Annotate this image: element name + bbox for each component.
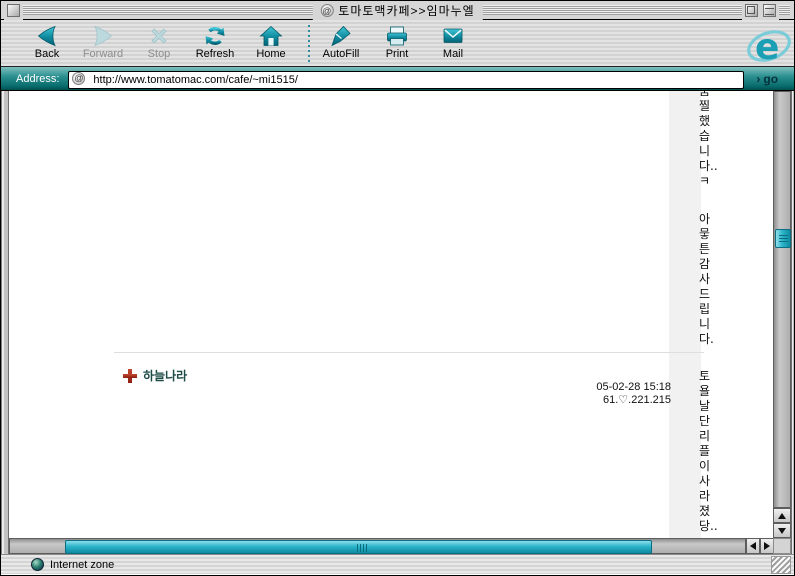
title-bar[interactable]: @ 토마토맥카페>>임마누엘 (1, 1, 794, 20)
toolbar-separator (308, 25, 310, 63)
right-arrow-icon (764, 542, 770, 550)
post-divider (114, 352, 704, 353)
thumb-grip-icon (357, 544, 367, 552)
post-ip: 61.♡.221.215 (596, 394, 671, 407)
print-icon (384, 23, 410, 49)
comment-text-1: 움 찔 했 습 니 다.. ㅋ (699, 91, 717, 189)
horizontal-scroll-thumb[interactable] (65, 540, 652, 554)
stop-icon (146, 23, 172, 49)
svg-text:e: e (755, 27, 779, 66)
back-label: Back (35, 48, 59, 60)
go-arrow-icon: › (756, 72, 760, 86)
comment-column-background (669, 91, 701, 538)
back-button[interactable]: Back (19, 23, 75, 60)
scroll-up-button[interactable] (773, 508, 791, 523)
vertical-scroll-thumb[interactable] (775, 229, 791, 248)
window-frame-left (1, 91, 9, 554)
horizontal-scroll-track[interactable] (9, 538, 746, 554)
mail-icon (440, 23, 466, 49)
print-label: Print (386, 48, 409, 60)
home-label: Home (256, 48, 285, 60)
status-bar: Internet zone (1, 554, 794, 574)
scroll-down-button[interactable] (773, 523, 791, 538)
window-title: 토마토맥카페>>임마누엘 (338, 2, 474, 19)
scroll-left-button[interactable] (746, 538, 760, 554)
zoom-window-button[interactable] (745, 4, 758, 17)
comment-text-3: 토 욜 날 단 리 플 이 사 라 졌 당.. (699, 369, 717, 534)
refresh-label: Refresh (196, 48, 235, 60)
internet-explorer-logo-icon: e (746, 22, 792, 66)
autofill-label: AutoFill (323, 48, 360, 60)
stop-label: Stop (148, 48, 171, 60)
home-icon (258, 23, 284, 49)
left-arrow-icon (750, 542, 756, 550)
site-at-icon: @ (320, 4, 333, 17)
home-button[interactable]: Home (243, 23, 299, 60)
forward-icon (90, 23, 116, 49)
stop-button[interactable]: Stop (131, 23, 187, 60)
zone-text: Internet zone (50, 559, 114, 571)
red-cross-icon (123, 369, 137, 383)
author-name[interactable]: 하늘나라 (143, 367, 187, 384)
address-label: Address: (16, 73, 59, 85)
back-icon (34, 23, 60, 49)
post-meta: 05-02-28 15:18 61.♡.221.215 (596, 381, 671, 407)
page-content: 움 찔 했 습 니 다.. ㅋ 아 뭏 튼 감 사 드 립 니 다. 하늘나라 … (9, 91, 773, 538)
autofill-button[interactable]: AutoFill (313, 23, 369, 60)
collapse-window-button[interactable] (763, 4, 776, 17)
thumb-grip-icon (779, 235, 788, 243)
window-frame-right (791, 91, 795, 554)
address-input[interactable] (68, 71, 744, 89)
url-at-icon: @ (72, 72, 85, 85)
vertical-scroll-track[interactable] (773, 91, 791, 508)
mail-button[interactable]: Mail (425, 23, 481, 60)
down-arrow-icon (778, 528, 786, 534)
address-field-wrap: @ (68, 70, 744, 88)
post-date: 05-02-28 15:18 (596, 381, 671, 394)
horizontal-scrollbar[interactable] (9, 538, 773, 554)
window-title-area: @ 토마토맥카페>>임마누엘 (312, 1, 482, 20)
forward-button[interactable]: Forward (75, 23, 131, 60)
up-arrow-icon (778, 513, 786, 519)
vertical-scrollbar[interactable] (773, 91, 791, 538)
mail-label: Mail (443, 48, 463, 60)
comment-text-2: 아 뭏 튼 감 사 드 립 니 다. (699, 212, 717, 347)
toolbar: Back Forward Stop (1, 20, 794, 67)
autofill-icon (328, 23, 354, 49)
close-button[interactable] (7, 4, 20, 17)
refresh-icon (202, 23, 228, 49)
print-button[interactable]: Print (369, 23, 425, 60)
go-button[interactable]: › go (756, 72, 778, 86)
author-row: 하늘나라 (123, 367, 187, 384)
address-bar: Address: @ › go (1, 67, 794, 91)
refresh-button[interactable]: Refresh (187, 23, 243, 60)
browser-window: @ 토마토맥카페>>임마누엘 Back Forward Stop (0, 0, 795, 576)
scroll-right-button[interactable] (760, 538, 774, 554)
forward-label: Forward (83, 48, 123, 60)
security-zone-globe-icon (31, 558, 44, 571)
window-resize-grip[interactable] (771, 556, 791, 574)
scrollbar-corner (773, 538, 791, 554)
go-label: go (763, 72, 778, 86)
